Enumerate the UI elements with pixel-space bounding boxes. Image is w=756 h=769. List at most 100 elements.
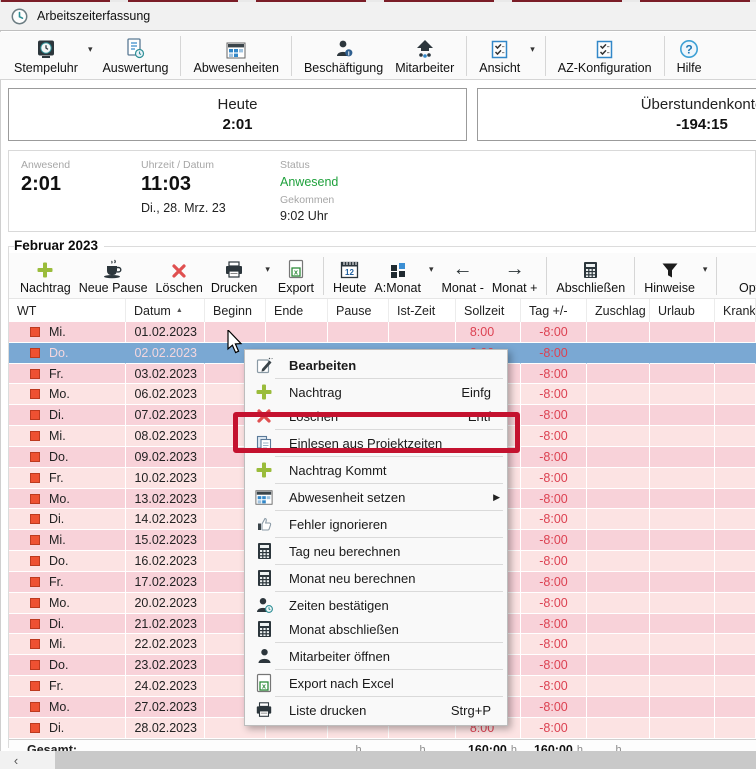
toolbar-button-auswertung[interactable]: Auswertung (96, 33, 174, 79)
weekday-label: Mi. (49, 429, 66, 443)
toolbar-separator (546, 257, 547, 295)
menu-item-fehler-ignorieren[interactable]: Fehler ignorieren (245, 512, 507, 536)
cell-ende (266, 322, 328, 343)
toolbar-button-monat[interactable]: ←Monat - (437, 254, 487, 297)
toolbar-button-export[interactable]: xExport (274, 254, 318, 297)
weekday-label: Di. (49, 617, 64, 631)
cell-weekday: Mo. (9, 593, 126, 614)
datum-value: 23.02.2023 (134, 658, 197, 672)
column-header-ende[interactable]: Ende (266, 299, 328, 322)
menu-item-label: Monat abschließen (289, 622, 399, 637)
column-header-pause[interactable]: Pause (328, 299, 389, 322)
toolbar-button-hinweise[interactable]: Hinweise (640, 254, 699, 297)
dropdown-arrow-icon[interactable]: ▾ (88, 44, 93, 55)
day-status-square-icon (30, 702, 40, 712)
menu-item-abwesenheit-setzen[interactable]: Abwesenheit setzen▶ (245, 485, 507, 509)
cell-krankheit (715, 384, 756, 405)
cell-weekday: Do. (9, 655, 126, 676)
toolbar-button-monat[interactable]: →Monat + (488, 254, 542, 297)
tag-diff-value: -8:00 (539, 617, 568, 631)
column-header-tag[interactable]: Tag +/- (521, 299, 587, 322)
toolbar-button-ansicht[interactable]: Ansicht (473, 33, 526, 79)
cell-weekday: Mo. (9, 697, 126, 718)
menu-item-mitarbeiter-öffnen[interactable]: Mitarbeiter öffnen (245, 644, 507, 668)
column-header-krankheit[interactable]: Krankheit (715, 299, 756, 322)
toolbar-button-stempeluhr[interactable]: Stempeluhr (8, 33, 84, 79)
cell-zuschlag (587, 489, 650, 510)
absence-grid-icon (255, 489, 273, 506)
absence-grid-icon (226, 37, 246, 59)
toolbar-separator (291, 36, 292, 76)
day-status-square-icon (30, 723, 40, 733)
menu-item-liste-drucken[interactable]: Liste druckenStrg+P (245, 698, 507, 722)
toolbar-button-az-konfiguration[interactable]: AZ-Konfiguration (552, 33, 658, 79)
table-row[interactable]: Mi.01.02.20238:00-8:00 (9, 322, 756, 343)
plus-green-icon (255, 384, 273, 401)
horizontal-scrollbar[interactable]: ‹ (0, 751, 756, 769)
weekday-label: Mo. (49, 387, 70, 401)
column-header-label: Urlaub (658, 304, 695, 318)
tag-diff-value: -8:00 (539, 658, 568, 672)
dropdown-arrow-icon[interactable]: ▾ (265, 264, 270, 275)
cell-tag-diff: -8:00 (521, 697, 587, 718)
column-header-ist-zeit[interactable]: Ist-Zeit (389, 299, 456, 322)
column-header-zuschlag[interactable]: Zuschlag (587, 299, 650, 322)
cell-tag-diff: -8:00 (521, 676, 587, 697)
dropdown-arrow-icon[interactable]: ▾ (530, 44, 535, 55)
menu-item-nachtrag-kommt[interactable]: Nachtrag Kommt (245, 458, 507, 482)
column-header-beginn[interactable]: Beginn (205, 299, 266, 322)
toolbar-button-beschäftigung[interactable]: iBeschäftigung (298, 33, 389, 79)
toolbar-button-drucken[interactable]: Drucken (207, 254, 262, 297)
status-label: Status (280, 159, 310, 171)
cell-urlaub (650, 447, 715, 468)
column-header-sollzeit[interactable]: Sollzeit (456, 299, 521, 322)
column-header-label: Ist-Zeit (397, 304, 435, 318)
cell-datum: 15.02.2023 (126, 530, 205, 551)
column-header-urlaub[interactable]: Urlaub (650, 299, 715, 322)
day-status-square-icon (30, 577, 40, 587)
menu-item-nachtrag[interactable]: NachtragEinfg (245, 380, 507, 404)
toolbar-button-löschen[interactable]: Löschen (152, 254, 207, 297)
menu-item-zeiten-bestätigen[interactable]: Zeiten bestätigen (245, 593, 507, 617)
menu-item-monat-neu-berechnen[interactable]: Monat neu berechnen (245, 566, 507, 590)
dropdown-arrow-icon[interactable]: ▾ (429, 264, 434, 275)
toolbar-button-label: AZ-Konfiguration (558, 61, 652, 75)
cell-weekday: Mi. (9, 426, 126, 447)
toolbar-button-mitarbeiter[interactable]: Mitarbeiter (389, 33, 460, 79)
column-header-datum[interactable]: Datum▲ (126, 299, 205, 322)
context-menu: Bearbeiten NachtragEinfgLöschenEntf Einles… (244, 349, 508, 726)
toolbar-button-neue-pause[interactable]: Neue Pause (75, 254, 152, 297)
toolbar-button-abschließen[interactable]: Abschließen (552, 254, 629, 297)
status-panel: Anwesend 2:01 Uhrzeit / Datum 11:03 Di.,… (8, 150, 756, 232)
toolbar-button-heute[interactable]: 12Heute (329, 254, 370, 297)
menu-item-export-nach-excel[interactable]: xExport nach Excel (245, 671, 507, 695)
cell-datum: 27.02.2023 (126, 697, 205, 718)
scrollbar-thumb[interactable] (55, 751, 756, 769)
weekday-label: Do. (49, 346, 68, 360)
menu-separator (275, 510, 503, 511)
column-header-label: Tag +/- (529, 304, 568, 318)
dropdown-arrow-icon[interactable]: ▾ (703, 264, 708, 275)
menu-item-löschen[interactable]: LöschenEntf (245, 404, 507, 428)
cell-krankheit (715, 655, 756, 676)
toolbar-button-hilfe[interactable]: ?Hilfe (671, 33, 708, 79)
cell-datum: 06.02.2023 (126, 384, 205, 405)
toolbar-button-nachtrag[interactable]: Nachtrag (16, 254, 75, 297)
column-header-wt[interactable]: WT (9, 299, 126, 322)
menu-item-tag-neu-berechnen[interactable]: Tag neu berechnen (245, 539, 507, 563)
toolbar-button-a-monat[interactable]: A:Monat (370, 254, 425, 297)
cell-urlaub (650, 593, 715, 614)
cell-urlaub (650, 697, 715, 718)
scroll-left-arrow-icon[interactable]: ‹ (6, 751, 26, 769)
menu-item-bearbeiten[interactable]: Bearbeiten (245, 353, 507, 377)
toolbar-button-abwesenheiten[interactable]: Abwesenheiten (187, 33, 284, 79)
toolbar-button-optionen[interactable]: Optionen (735, 254, 756, 297)
menu-item-monat-abschließen[interactable]: Monat abschließen (245, 617, 507, 641)
menu-item-label: Fehler ignorieren (289, 517, 387, 532)
menu-item-einlesen-aus-projektzeiten[interactable]: Einlesen aus Projektzeiten (245, 431, 507, 455)
menu-item-shortcut: Einfg (461, 385, 491, 400)
cell-krankheit (715, 489, 756, 510)
day-status-square-icon (30, 639, 40, 649)
weekday-label: Mo. (49, 596, 70, 610)
card-heute-title: Heute (217, 96, 257, 113)
